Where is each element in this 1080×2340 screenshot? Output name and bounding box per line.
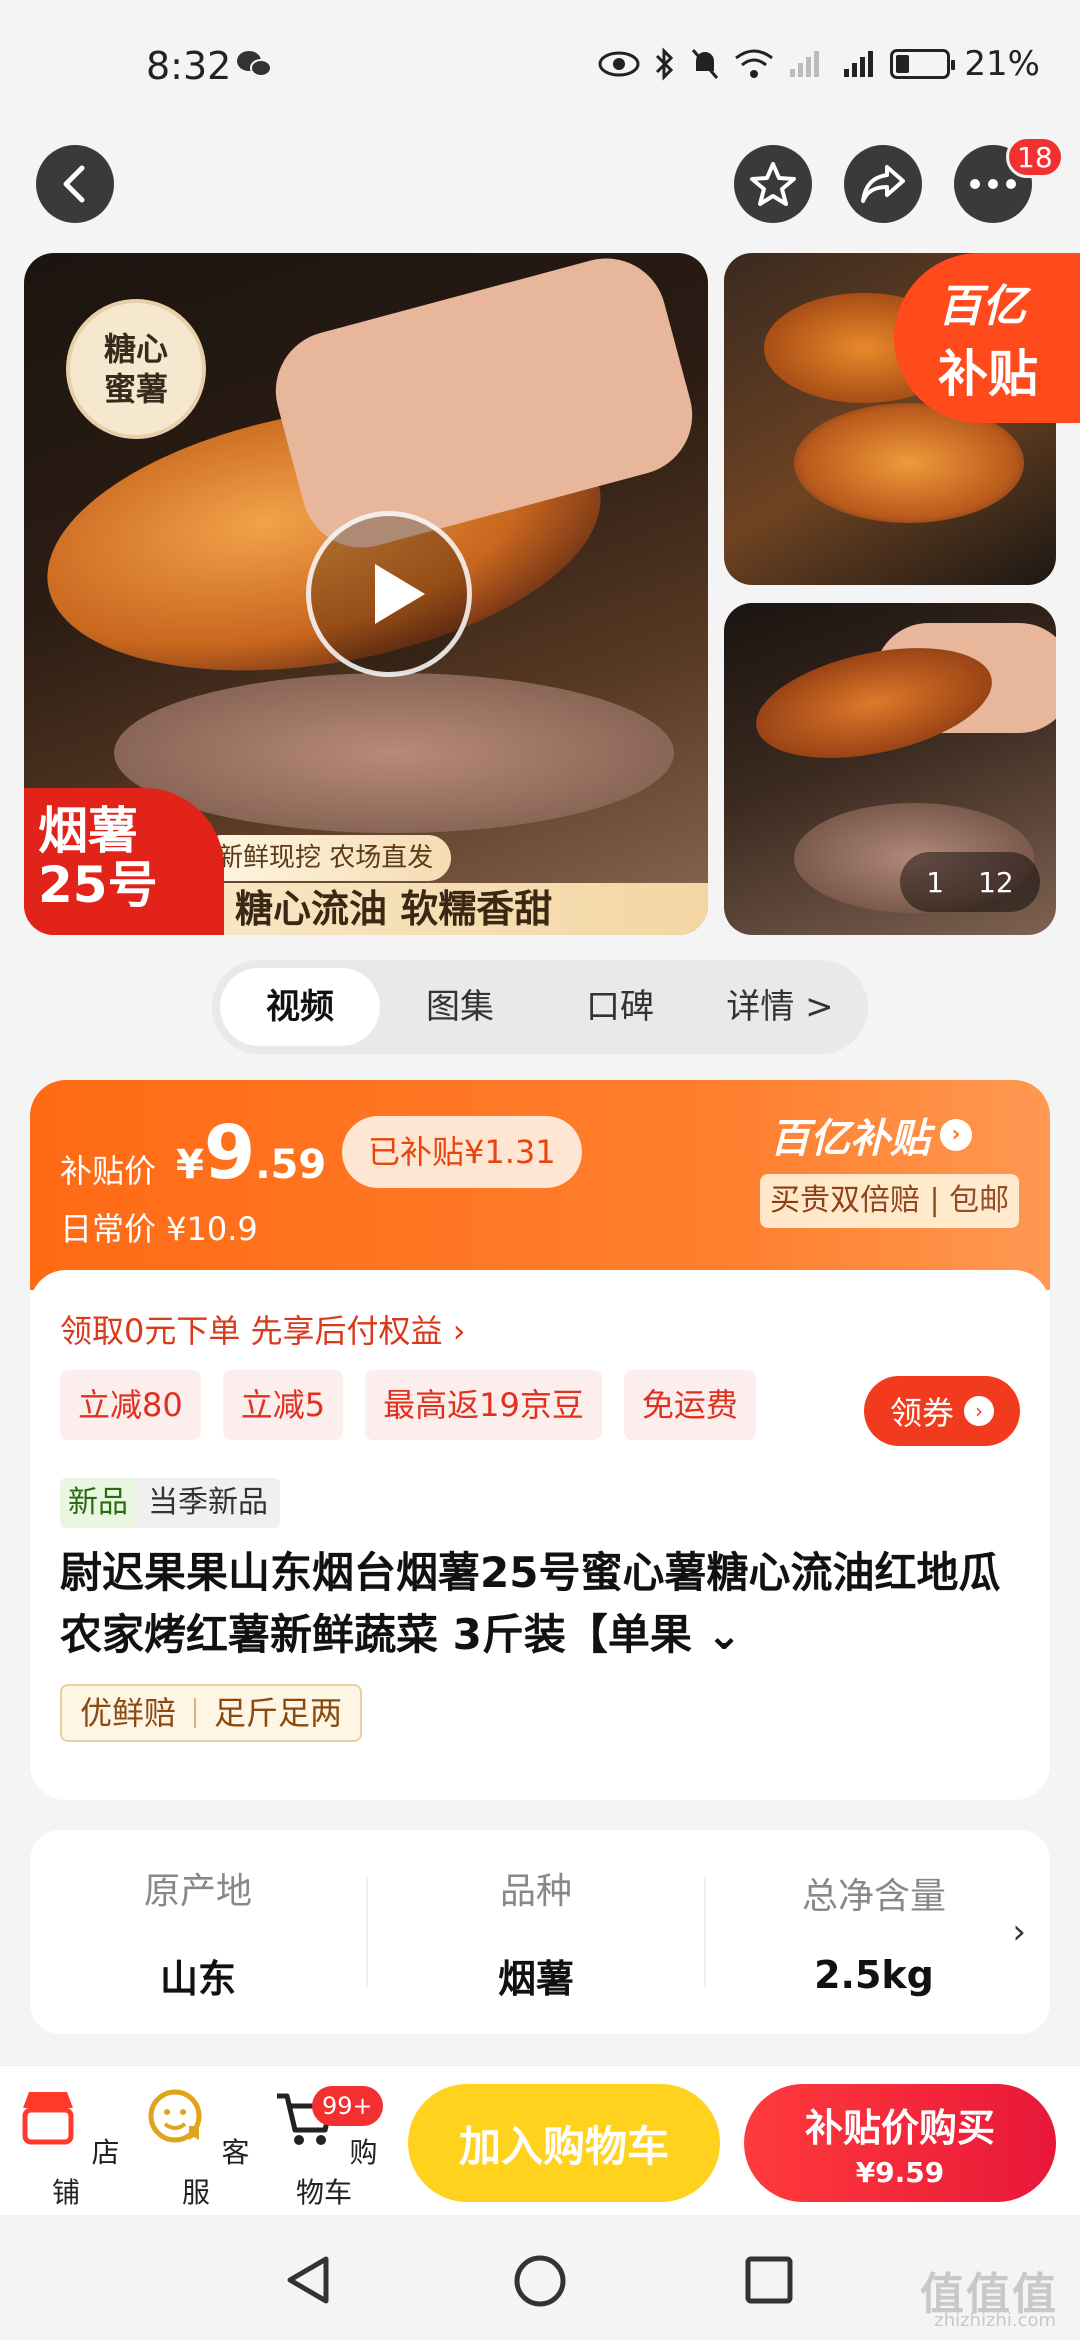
spec-key: 品种 [499, 1870, 572, 1912]
tab-reviews[interactable]: 口碑 [540, 968, 700, 1046]
price-decimal: .59 [255, 1142, 327, 1188]
banner-small-text: 新鲜现挖 农场直发 [199, 835, 452, 881]
promo-chip[interactable]: 最高返19京豆 [365, 1370, 602, 1440]
spec-value: 2.5kg [814, 1953, 934, 1997]
subsidy-price: ¥ 9 .59 [176, 1110, 326, 1196]
main-product-image[interactable]: 糖心 蜜薯 新鲜现挖 农场直发 糖心流油 软糯香甜 烟薯 25号 [24, 253, 708, 935]
subsidized-amount-pill: 已补贴¥1.31 [342, 1116, 582, 1188]
status-time: 8:32 [146, 44, 232, 88]
tab-gallery[interactable]: 图集 [380, 968, 540, 1046]
star-icon [750, 162, 796, 206]
hand-image [262, 253, 706, 562]
banner-big-text: 糖心流油 软糯香甜 [199, 883, 708, 935]
share-icon [861, 165, 905, 203]
share-button[interactable] [844, 145, 922, 223]
more-dots-icon [970, 179, 1016, 189]
message-badge: 18 [1006, 136, 1064, 178]
status-bar: 8:32 21% [0, 0, 1080, 130]
subsidy-guarantee: 买贵双倍赔 | 包邮 [760, 1174, 1020, 1228]
back-button[interactable] [36, 145, 114, 223]
tab-video[interactable]: 视频 [220, 968, 380, 1046]
variety-tag: 烟薯 25号 [24, 788, 224, 935]
spec-key: 总净含量 [801, 1876, 946, 1917]
status-icons: 21% [598, 44, 1040, 84]
variety-tag-line1: 烟薯 [38, 802, 138, 860]
sweet-tag-line2: 蜜薯 [103, 370, 168, 408]
spec-value: 山东 [159, 1956, 236, 2001]
sweet-tag: 糖心 蜜薯 [66, 299, 206, 439]
image-counter: 1 12 [900, 852, 1040, 912]
store-button[interactable]: 店铺 [6, 2082, 126, 2211]
buy-now-label: 补贴价购买 [804, 2106, 995, 2150]
price-header: 补贴价 ¥ 9 .59 已补贴¥1.31 日常价 ¥10.9 百亿补贴 › 买贵… [30, 1080, 1050, 1290]
system-back-icon[interactable] [282, 2253, 336, 2307]
variety-tag-line2: 25号 [38, 856, 158, 914]
price-card: 补贴价 ¥ 9 .59 已补贴¥1.31 日常价 ¥10.9 百亿补贴 › 买贵… [30, 1080, 1050, 1800]
spec-net-weight: 总净含量 2.5kg [706, 1867, 1042, 1997]
play-video-button[interactable] [306, 511, 472, 677]
spec-origin: 原产地 山东 [30, 1862, 366, 2003]
wifi-icon [735, 49, 774, 78]
mute-bell-icon [692, 49, 719, 79]
system-navigation-bar [0, 2215, 1080, 2340]
price-currency: ¥ [176, 1142, 204, 1188]
feature-full-weight: 足斤足两 [214, 1694, 343, 1732]
wechat-icon [237, 51, 272, 77]
signal-4g-icon [844, 51, 874, 77]
back-arrow-icon [63, 165, 85, 203]
get-coupon-button[interactable]: 领券 › [864, 1376, 1020, 1446]
product-title[interactable]: 尉迟果果山东烟台烟薯25号蜜心薯糖心流油红地瓜农家烤红薯新鲜蔬菜 3斤装【单果 … [60, 1542, 1020, 1666]
sweet-tag-line1: 糖心 [103, 330, 168, 368]
spec-value: 烟薯 [497, 1956, 574, 2001]
system-recents-icon[interactable] [744, 2255, 794, 2305]
subsidy-price-label: 补贴价 [60, 1152, 157, 1190]
spec-card[interactable]: 原产地 山东 品种 烟薯 总净含量 2.5kg › [30, 1830, 1050, 2034]
promo-section: 领取0元下单 先享后付权益 › 立减80 立减5 最高返19京豆 免运费 领券 … [30, 1270, 1050, 1800]
promo-chips: 立减80 立减5 最高返19京豆 免运费 [60, 1370, 756, 1440]
customer-service-button[interactable]: 客服 [136, 2082, 256, 2211]
signal-icon [790, 51, 820, 77]
buy-now-price: ¥9.59 [855, 2156, 945, 2189]
watermark-url: zhizhizhi.com [934, 2310, 1056, 2331]
counter-current: 1 [926, 865, 945, 899]
subsidy-brand-text: 百亿补贴 [770, 1116, 930, 1162]
chevron-right-icon: › [940, 1119, 972, 1151]
subsidy-corner-line1: 百亿 [938, 281, 1026, 332]
store-icon [22, 2092, 74, 2145]
tab-details[interactable]: 详情 > [700, 968, 860, 1046]
bottom-action-bar: 店铺 客服 购物车 99+ 加入购物车 补贴价购买 ¥9.59 [0, 2065, 1080, 2215]
cart-badge: 99+ [312, 2086, 383, 2126]
add-to-cart-button[interactable]: 加入购物车 [408, 2084, 720, 2202]
subsidy-corner-line2: 补贴 [938, 345, 1038, 403]
battery-percent: 21% [964, 44, 1040, 84]
service-features[interactable]: 优鲜赔 足斤足两 [60, 1684, 363, 1742]
subsidy-brand-link[interactable]: 百亿补贴 › [770, 1106, 972, 1164]
chevron-right-icon: › [964, 1396, 994, 1426]
feature-fresh-guarantee: 优鲜赔 [80, 1694, 177, 1732]
media-tabs: 视频 图集 口碑 详情 > [212, 960, 868, 1054]
spec-variety: 品种 烟薯 [368, 1862, 704, 2003]
new-product-tag: 新品 当季新品 [60, 1478, 280, 1528]
promo-chip[interactable]: 立减80 [60, 1370, 201, 1440]
pay-later-rights-link[interactable]: 领取0元下单 先享后付权益 › [60, 1306, 466, 1352]
promo-chip[interactable]: 立减5 [222, 1370, 344, 1440]
new-tag-desc: 当季新品 [136, 1478, 280, 1528]
bluetooth-icon [656, 47, 674, 81]
spec-key: 原产地 [143, 1870, 252, 1912]
chevron-right-icon: › [1012, 1912, 1026, 1952]
buy-now-button[interactable]: 补贴价购买 ¥9.59 [744, 2084, 1056, 2202]
battery-icon [890, 49, 956, 79]
system-home-icon[interactable] [512, 2253, 568, 2309]
get-coupon-label: 领券 [889, 1394, 954, 1432]
service-face-icon [148, 2089, 202, 2143]
daily-price: 日常价 ¥10.9 [60, 1210, 258, 1248]
counter-total: 12 [978, 865, 1014, 899]
new-tag-label: 新品 [60, 1478, 136, 1528]
price-integer: 9 [203, 1110, 256, 1196]
promo-chip[interactable]: 免运费 [623, 1370, 756, 1440]
subsidy-corner-badge: 百亿 补贴 [894, 253, 1080, 423]
eye-icon [598, 51, 640, 77]
favorite-button[interactable] [734, 145, 812, 223]
